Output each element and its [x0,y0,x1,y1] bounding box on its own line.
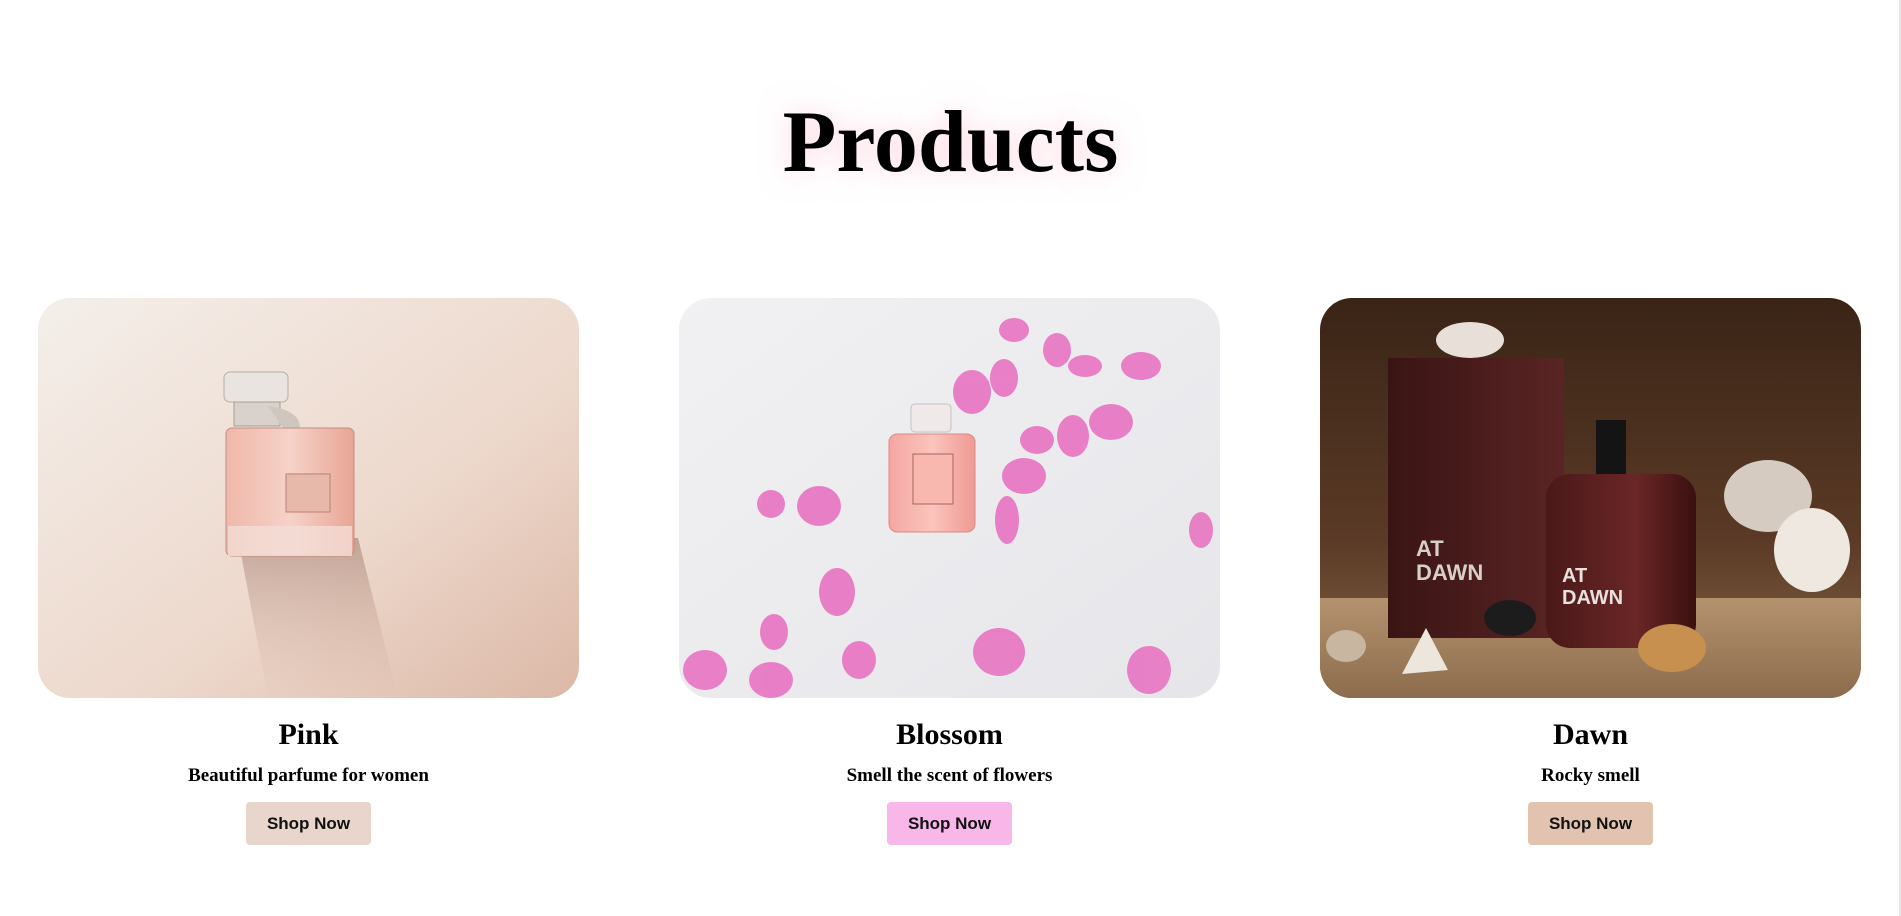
bottle-label-at: AT [1562,565,1587,587]
product-card-blossom: Blossom Smell the scent of flowers Shop … [679,298,1220,845]
product-grid: Pink Beautiful parfume for women Shop No… [0,298,1901,858]
product-image-dawn: AT DAWN AT DAWN [1320,298,1861,698]
product-name: Blossom [896,718,1003,751]
page-title: Products [782,94,1119,191]
product-description: Beautiful parfume for women [188,765,429,786]
box-label-dawn: DAWN [1416,560,1483,585]
shop-now-button-pink[interactable]: Shop Now [246,802,371,845]
perfume-with-rose-petals-image [679,298,1220,698]
at-dawn-perfume-on-sand-image: AT DAWN AT DAWN [1320,298,1861,698]
product-name: Pink [278,718,339,751]
product-description: Rocky smell [1541,765,1640,786]
product-card-dawn: AT DAWN AT DAWN Dawn Rocky smell Shop No… [1320,298,1861,845]
box-label-at: AT [1416,536,1444,561]
bottle-label-dawn: DAWN [1562,587,1623,609]
pink-perfume-bottle-image [38,298,579,698]
product-description: Smell the scent of flowers [846,765,1053,786]
product-name: Dawn [1552,718,1628,751]
shop-now-button-dawn[interactable]: Shop Now [1528,802,1653,845]
product-card-pink: Pink Beautiful parfume for women Shop No… [38,298,579,845]
product-image-pink [38,298,579,698]
product-image-blossom [679,298,1220,698]
shop-now-button-blossom[interactable]: Shop Now [887,802,1012,845]
